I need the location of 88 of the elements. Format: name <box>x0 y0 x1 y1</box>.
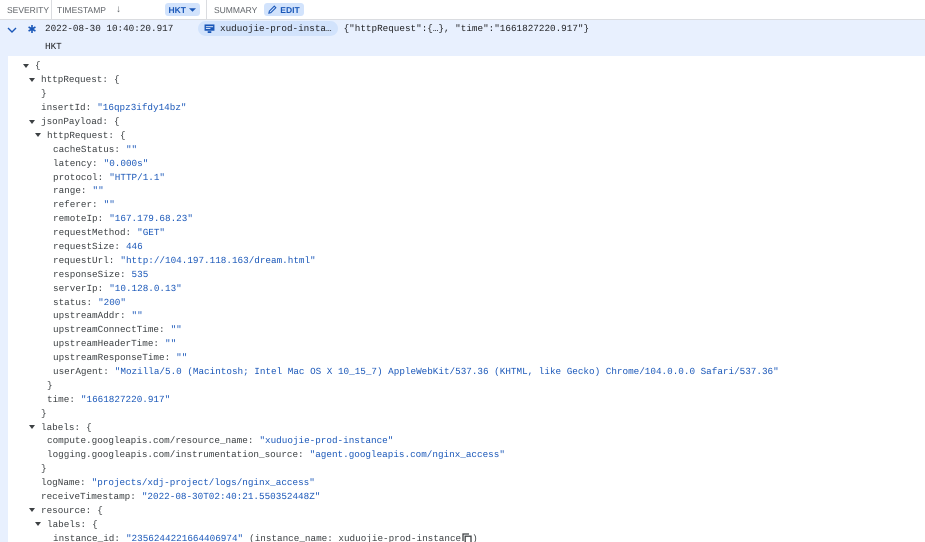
json-value: "200" <box>98 296 126 308</box>
json-key: instance_id: <box>53 532 120 542</box>
json-value: "" <box>92 185 104 196</box>
opening-brace: { <box>114 74 120 86</box>
caret-icon[interactable] <box>35 133 41 138</box>
json-value: "" <box>165 338 176 350</box>
json-value: "167.179.68.23" <box>109 213 193 224</box>
json-key: upstreamResponseTime: <box>53 352 170 364</box>
json-value: 446 <box>126 241 143 252</box>
json-key: latency: <box>53 158 98 169</box>
opening-brace: { <box>35 60 41 72</box>
caret-icon[interactable] <box>35 522 41 526</box>
json-key: upstreamAddr: <box>53 310 126 322</box>
json-key: logName: <box>41 477 86 488</box>
json-key: requestUrl: <box>53 254 114 266</box>
json-key: labels: <box>41 422 80 433</box>
json-key: upstreamConnectTime: <box>53 324 165 336</box>
column-header[interactable]: TIMESTAMP <box>57 4 106 14</box>
json-value: "" <box>176 352 188 364</box>
chevron-icon[interactable] <box>7 27 17 33</box>
opening-brace: { <box>92 518 98 530</box>
caret-icon[interactable] <box>23 64 29 68</box>
json-value: "" <box>170 324 182 336</box>
json-key: compute.googleapis.com/resource_name: <box>47 435 254 446</box>
closing-brace: } <box>47 380 53 391</box>
json-key: resource: <box>41 504 92 516</box>
timezone-label: HKT <box>45 41 63 52</box>
sort-icon[interactable]: ↓ <box>116 4 121 15</box>
json-value: "xuduojie-prod-instance" <box>259 435 394 446</box>
json-value: "16qpz3ifdy14bz" <box>97 102 186 114</box>
caret-icon[interactable] <box>29 508 35 512</box>
json-key: userAgent: <box>53 366 109 378</box>
asterisk-icon <box>28 25 36 33</box>
opening-brace: { <box>86 422 92 433</box>
json-value: "" <box>126 144 138 155</box>
closing-brace: } <box>41 88 47 100</box>
json-key: upstreamHeaderTime: <box>53 338 160 350</box>
json-key: cacheStatus: <box>53 144 120 155</box>
json-key: httpRequest: <box>41 74 108 86</box>
json-value: "http://104.197.118.163/dream.html" <box>120 254 316 266</box>
edit-button[interactable]: EDIT <box>264 3 304 16</box>
opening-brace: { <box>120 130 126 141</box>
json-key: receiveTimestamp: <box>41 491 136 502</box>
json-value: "2356244221664406974" <box>126 532 244 542</box>
json-key: serverIp: <box>53 282 104 294</box>
json-key: insertId: <box>41 102 92 114</box>
json-value: "GET" <box>137 227 166 238</box>
json-key: protocol: <box>53 172 104 183</box>
pencil-icon[interactable] <box>268 5 278 14</box>
json-value: "" <box>104 199 115 210</box>
json-key: httpRequest: <box>47 130 114 141</box>
opening-brace: { <box>114 116 120 127</box>
dropdown-icon[interactable] <box>189 8 196 12</box>
caret-icon[interactable] <box>29 78 35 82</box>
json-key: labels: <box>47 518 86 530</box>
timezone-dropdown[interactable]: HKT <box>164 3 200 16</box>
copy-icon[interactable] <box>462 532 472 542</box>
timestamp: 2022-08-30 10:40:20.917 <box>45 23 174 34</box>
json-key: jsonPayload: <box>41 116 108 127</box>
json-value: "" <box>132 310 143 322</box>
json-key: referer: <box>53 199 98 210</box>
opening-brace: { <box>97 504 103 516</box>
summary-text: {"httpRequest":{…}, "time":"1661827220.917"} <box>344 23 590 34</box>
closing-brace: } <box>41 463 47 474</box>
json-key: requestMethod: <box>53 227 132 238</box>
json-value: "Mozilla/5.0 (Macintosh; Intel Mac OS X 10_15_7) AppleWebKit/537.36 (KHTML, like Gecko) Chrome/104.0.0.0 Safari/537.36" <box>114 366 779 378</box>
caret-icon[interactable] <box>29 120 35 124</box>
json-key: requestSize: <box>53 241 120 252</box>
json-value: "0.000s" <box>104 158 148 169</box>
resource-chip[interactable]: xuduojie-prod-insta… <box>198 21 338 36</box>
closing-brace: } <box>41 408 47 419</box>
monitor-icon <box>204 24 215 33</box>
json-value: "agent.googleapis.com/nginx_access" <box>310 449 505 460</box>
json-key: range: <box>53 185 86 196</box>
json-value: "2022-08-30T02:40:21.550352448Z" <box>142 491 320 502</box>
json-value: "10.128.0.13" <box>109 282 182 294</box>
column-header[interactable]: SUMMARY <box>214 4 258 14</box>
json-value: "projects/xdj-project/logs/nginx_access" <box>92 477 315 488</box>
json-value: "HTTP/1.1" <box>109 172 166 183</box>
json-key: remoteIp: <box>53 213 104 224</box>
json-value: "1661827220.917" <box>80 394 170 405</box>
caret-icon[interactable] <box>29 425 35 430</box>
json-value: 535 <box>132 268 148 280</box>
json-key: logging.googleapis.com/instrumentation_source: <box>47 449 304 460</box>
json-key: responseSize: <box>53 268 126 280</box>
json-key: status: <box>53 296 92 308</box>
column-header[interactable]: SEVERITY <box>7 4 50 14</box>
json-key: time: <box>47 394 75 405</box>
